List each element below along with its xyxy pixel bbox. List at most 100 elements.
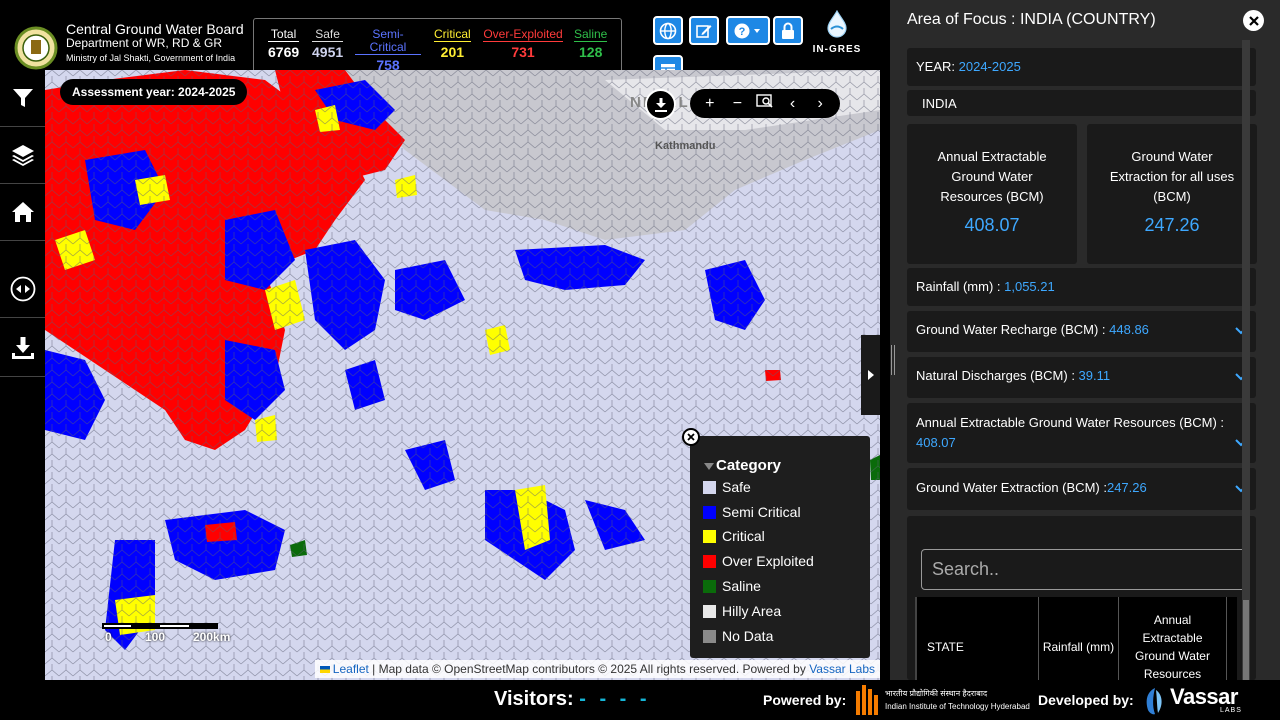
close-icon bbox=[1248, 15, 1259, 26]
lock-icon bbox=[782, 22, 794, 39]
home-icon bbox=[11, 202, 34, 222]
globe-icon bbox=[659, 22, 677, 39]
scale-label-0: 0 bbox=[105, 630, 112, 644]
year-label: YEAR: bbox=[916, 59, 959, 74]
visitors-counter: Visitors: - - - - bbox=[494, 688, 651, 710]
card-value: 408.07 bbox=[964, 215, 1020, 235]
extractable-resources-card: Annual Extractable Ground Water Resource… bbox=[907, 124, 1077, 264]
region-row: INDIA bbox=[907, 90, 1256, 116]
discharge-accordion[interactable]: Natural Discharges (BCM) : 39.11 bbox=[907, 357, 1256, 398]
leaflet-link[interactable]: Leaflet bbox=[333, 662, 369, 676]
zoom-extent-icon bbox=[756, 94, 773, 108]
vassar-sub: LABS bbox=[1220, 707, 1242, 714]
legend-item-critical: Critical bbox=[703, 528, 765, 544]
layers-icon bbox=[11, 145, 34, 166]
iith-english-name: Indian Institute of Technology Hyderabad bbox=[885, 702, 1030, 711]
zoom-extent-button[interactable] bbox=[753, 94, 777, 113]
lock-button[interactable] bbox=[773, 16, 803, 45]
filter-button[interactable] bbox=[0, 70, 45, 127]
extraction-all-uses-card: Ground Water Extraction for all uses (BC… bbox=[1087, 124, 1257, 264]
help-icon: ? bbox=[734, 23, 760, 38]
ukraine-flag-icon bbox=[319, 666, 330, 673]
zoom-out-button[interactable]: − bbox=[725, 95, 749, 113]
table-header-extractable[interactable]: Annual Extractable Ground Water Resource… bbox=[1119, 597, 1227, 680]
water-drop-icon bbox=[827, 9, 847, 38]
iith-emblem-icon bbox=[856, 685, 878, 715]
legend-title[interactable]: Category bbox=[704, 457, 781, 474]
compare-arrows-icon bbox=[10, 276, 35, 302]
ingres-logo-text: IN-GRES bbox=[812, 44, 862, 55]
svg-text:?: ? bbox=[739, 26, 746, 38]
edit-icon bbox=[696, 24, 712, 38]
panel-heading: Area of Focus : INDIA (COUNTRY) bbox=[907, 11, 1156, 28]
year-row: YEAR: 2024-2025 bbox=[907, 48, 1256, 86]
map-scale-bar: 0 100 200km bbox=[100, 620, 230, 651]
legend-close-button[interactable] bbox=[682, 428, 700, 446]
home-button[interactable] bbox=[0, 184, 45, 241]
stat-over-exploited[interactable]: Over-Exploited 731 bbox=[483, 28, 563, 60]
ingres-logo: IN-GRES bbox=[806, 9, 868, 55]
compare-button[interactable] bbox=[0, 261, 45, 318]
developed-by-label: Developed by: bbox=[1038, 692, 1134, 708]
recharge-accordion[interactable]: Ground Water Recharge (BCM) : 448.86 bbox=[907, 311, 1256, 352]
vassar-emblem-icon bbox=[1146, 688, 1162, 715]
panel-resize-handle[interactable] bbox=[890, 345, 896, 375]
vassar-labs-logo: Vassar LABS bbox=[1142, 684, 1252, 716]
stat-safe[interactable]: Safe 4951 bbox=[312, 28, 344, 60]
map-download-button[interactable] bbox=[645, 89, 676, 120]
app-root: Central Ground Water Board Department of… bbox=[0, 0, 1280, 720]
state-table: STATE Rainfall (mm) Annual Extractable G… bbox=[915, 597, 1237, 680]
table-search-input[interactable]: Search.. bbox=[921, 549, 1247, 590]
cgwb-logo bbox=[14, 26, 58, 74]
iith-logo: भारतीय प्रौद्योगिकी संस्थान हैदराबाद Ind… bbox=[855, 685, 1030, 715]
card-value: 247.26 bbox=[1144, 215, 1200, 235]
help-menu-button[interactable]: ? bbox=[726, 16, 770, 45]
stat-critical[interactable]: Critical 201 bbox=[434, 28, 471, 60]
footer: Visitors: - - - - Powered by: भारतीय प्र… bbox=[0, 680, 1280, 720]
panel-close-button[interactable] bbox=[1243, 10, 1264, 31]
stat-saline[interactable]: Saline 128 bbox=[574, 28, 608, 60]
caret-down-icon bbox=[704, 463, 714, 470]
download-button[interactable] bbox=[0, 320, 45, 377]
header: Central Ground Water Board Department of… bbox=[0, 0, 880, 84]
scrollbar-thumb[interactable] bbox=[1243, 600, 1249, 680]
powered-by-label: Powered by: bbox=[763, 692, 847, 708]
legend-item-hilly-area: Hilly Area bbox=[703, 603, 781, 619]
zoom-in-button[interactable]: + bbox=[698, 95, 722, 113]
filter-icon bbox=[12, 89, 33, 107]
map-zoom-toolbar: + − ‹ › bbox=[690, 89, 840, 118]
legend-item-no-data: No Data bbox=[703, 628, 773, 644]
extraction-accordion[interactable]: Ground Water Extraction (BCM) :247.26 bbox=[907, 468, 1256, 510]
panel-toggle-button[interactable] bbox=[861, 335, 880, 415]
org-name: Central Ground Water Board bbox=[66, 21, 244, 37]
attribution-text: | Map data © OpenStreetMap contributors … bbox=[368, 662, 810, 676]
panel-scrollbar[interactable] bbox=[1242, 40, 1250, 680]
scale-label-200: 200km bbox=[193, 630, 231, 644]
table-header-rainfall[interactable]: Rainfall (mm) bbox=[1039, 597, 1119, 680]
rainfall-row: Rainfall (mm) : 1,055.21 bbox=[907, 268, 1256, 306]
layers-button[interactable] bbox=[0, 127, 45, 184]
card-title: Ground Water Extraction for all uses (BC… bbox=[1109, 149, 1235, 204]
stat-semi-critical[interactable]: Semi-Critical 758 bbox=[355, 28, 421, 73]
legend-item-safe: Safe bbox=[703, 479, 751, 495]
vassar-link[interactable]: Vassar Labs bbox=[809, 662, 875, 676]
scale-label-100: 100 bbox=[145, 630, 166, 644]
map-label-kathmandu: Kathmandu bbox=[655, 140, 716, 152]
left-sidebar bbox=[0, 70, 45, 680]
card-title: Annual Extractable Ground Water Resource… bbox=[937, 149, 1047, 204]
legend-item-semi-critical: Semi Critical bbox=[703, 504, 801, 520]
caret-right-icon bbox=[867, 370, 874, 380]
edit-button[interactable] bbox=[689, 16, 719, 45]
previous-extent-button[interactable]: ‹ bbox=[781, 95, 805, 113]
legend-item-saline: Saline bbox=[703, 578, 761, 594]
extractable-accordion[interactable]: Annual Extractable Ground Water Resource… bbox=[907, 403, 1256, 463]
legend-item-over-exploited: Over Exploited bbox=[703, 553, 814, 569]
globe-button[interactable] bbox=[653, 16, 683, 45]
legend-panel: Category Safe Semi Critical Critical Ove… bbox=[682, 428, 870, 658]
close-icon bbox=[687, 433, 695, 441]
download-icon bbox=[11, 337, 34, 359]
area-focus-panel: Area of Focus : INDIA (COUNTRY) YEAR: 20… bbox=[890, 0, 1280, 680]
next-extent-button[interactable]: › bbox=[808, 95, 832, 113]
table-header-state[interactable]: STATE bbox=[917, 597, 1039, 680]
stat-total[interactable]: Total 6769 bbox=[268, 28, 300, 60]
